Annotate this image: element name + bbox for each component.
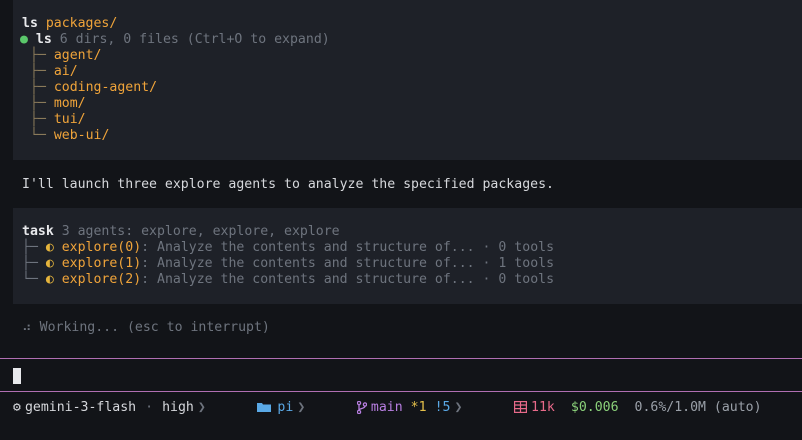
- working-indicator: ⠴ Working... (esc to interrupt): [22, 320, 270, 336]
- agent-desc: Analyze the contents and structure of...…: [157, 256, 555, 271]
- agent-desc: Analyze the contents and structure of...…: [157, 240, 555, 255]
- chevron-right-icon: ❯: [297, 400, 306, 415]
- effort-level[interactable]: high: [162, 400, 194, 416]
- ls-item: ├─ tui/: [30, 112, 86, 127]
- agent-name: explore(0): [61, 240, 142, 255]
- agent-row: ├─ ◐ explore(1): Analyze the contents an…: [22, 256, 555, 271]
- model-name[interactable]: gemini-3-flash: [25, 400, 136, 416]
- ls-summary-line: ● ls 6 dirs, 0 files (Ctrl+O to expand): [20, 32, 330, 48]
- assistant-message: I'll launch three explore agents to anal…: [22, 177, 554, 192]
- agent-row: └─ ◐ explore(2): Analyze the contents an…: [22, 272, 555, 287]
- task-summary: 3 agents: explore, explore, explore: [61, 224, 340, 239]
- ls-item: ├─ mom/: [30, 96, 86, 111]
- success-dot-icon: ●: [20, 32, 28, 47]
- half-circle-icon: ◐: [45, 256, 54, 271]
- working-text: Working... (esc to interrupt): [39, 320, 270, 335]
- ls-item: └─ web-ui/: [30, 128, 110, 143]
- ls-command: ls: [22, 16, 38, 31]
- session-cost: $0.006: [570, 400, 619, 415]
- input-bottom-border: [0, 391, 802, 392]
- agent-row: ├─ ◐ explore(0): Analyze the contents an…: [22, 240, 555, 255]
- text-cursor[interactable]: [13, 368, 21, 384]
- chip-icon: ⚙: [13, 400, 21, 415]
- ls-item: ├─ agent/: [30, 48, 102, 63]
- ls-item: ├─ coding-agent/: [30, 80, 158, 95]
- status-bar: ⚙ gemini-3-flash · high ❯ pi ❯ main *1 !…: [13, 400, 762, 416]
- grid-icon: [466, 384, 528, 432]
- task-command-line: task 3 agents: explore, explore, explore: [22, 224, 340, 240]
- token-count: 11k: [531, 400, 555, 415]
- folder-name: pi: [277, 400, 294, 415]
- context-usage: 0.6%/1.0M (auto): [634, 400, 762, 415]
- ls-summary-text: 6 dirs, 0 files (Ctrl+O to expand): [59, 32, 330, 47]
- modified-count: !5: [434, 400, 451, 415]
- agent-desc: Analyze the contents and structure of...…: [157, 272, 555, 287]
- chevron-right-icon: ❯: [454, 400, 463, 415]
- branch-name: main: [370, 400, 403, 415]
- agent-name: explore(2): [61, 272, 142, 287]
- half-circle-icon: ◐: [45, 240, 54, 255]
- folder-icon: [210, 384, 272, 432]
- ls-argument: packages/: [45, 16, 118, 31]
- ls-summary-name: ls: [35, 32, 52, 47]
- chevron-right-icon: ❯: [197, 400, 206, 415]
- git-branch-icon: [309, 384, 367, 432]
- agent-name: explore(1): [61, 256, 142, 271]
- ls-command-line: ls packages/: [22, 16, 117, 32]
- ls-item: ├─ ai/: [30, 64, 78, 79]
- staged-count: *1: [410, 400, 427, 415]
- input-top-border: [0, 358, 802, 359]
- spinner-icon: ⠴: [22, 320, 32, 335]
- terminal-window: ls packages/ ● ls 6 dirs, 0 files (Ctrl+…: [0, 0, 802, 440]
- task-command: task: [22, 224, 54, 239]
- status-separator: ·: [145, 400, 154, 415]
- half-circle-icon: ◐: [45, 272, 54, 287]
